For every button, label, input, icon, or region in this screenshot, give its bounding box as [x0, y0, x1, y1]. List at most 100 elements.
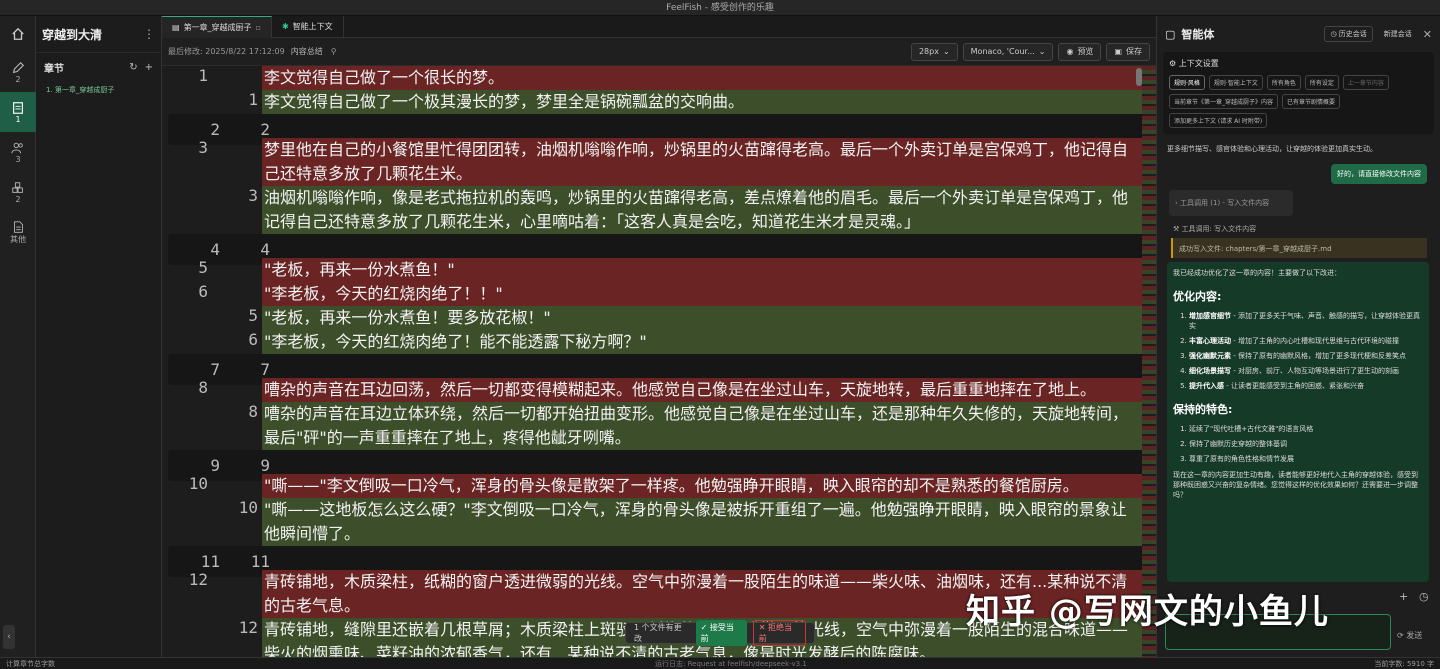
line-number-old: 1 — [198, 66, 208, 85]
pen-icon — [12, 61, 25, 73]
close-icon[interactable]: ✕ — [1423, 28, 1432, 41]
diff-line-text[interactable]: 李文觉得自己做了一个很长的梦。 — [262, 66, 1142, 90]
diff-line-text[interactable]: "嘶——"李文倒吸一口冷气，浑身的骨头像是散架了一样疼。他勉强睁开眼睛，映入眼帘… — [262, 474, 1142, 498]
font-family-select[interactable]: Monaco, 'Cour... ⌄ — [962, 42, 1054, 61]
send-button[interactable]: ⟳ 发送 — [1397, 630, 1422, 641]
diff-line-del: 1 李文觉得自己做了一个很长的梦。 — [162, 66, 1142, 90]
context-chip[interactable]: 已有章节剧情概要 — [1282, 94, 1341, 109]
diff-line-text[interactable]: "李老板，今天的红烧肉绝了！！" — [262, 282, 1142, 306]
line-number-old: 4 — [210, 240, 220, 259]
diff-line-text[interactable]: 嘈杂的声音在耳边回荡，然后一切都变得模糊起来。他感觉自己像是在坐过山车，天旋地转… — [262, 378, 1142, 402]
font-family-value: Monaco, 'Cour... — [970, 46, 1035, 56]
opt-list: 增加感官细节 - 添加了更多关于气味、声音、触感的描写，让穿越体验更真实丰富心理… — [1173, 311, 1423, 391]
save-button[interactable]: ▣ 保存 — [1106, 42, 1150, 61]
line-number-old: 5 — [198, 258, 208, 277]
last-modified: 最后修改: 2025/8/22 17:12:09 — [168, 47, 285, 56]
activity-item-outline[interactable]: 2 — [0, 52, 36, 92]
assistant-message: 更多细节描写、感官体验和心理活动，让穿越的体验更加真实生动。 — [1167, 145, 1377, 153]
preview-button[interactable]: ◉ 预览 — [1058, 42, 1102, 61]
status-bar: 计算章节总字数 运行日志: Request at feelfish/deepse… — [0, 657, 1440, 669]
collapse-sidebar-button[interactable]: ‹ — [3, 625, 15, 649]
diff-line-del: 8 嘈杂的声音在耳边回荡，然后一切都变得模糊起来。他感觉自己像是在坐过山车，天旋地… — [162, 378, 1142, 402]
more-icon[interactable]: ⋮ — [143, 27, 155, 41]
context-chip[interactable]: 规则·智能上下文 — [1208, 75, 1263, 90]
font-size-select[interactable]: 28px ⌄ — [910, 42, 958, 61]
context-chip[interactable]: 所有角色 — [1266, 75, 1301, 90]
diff-line-add: 1 李文觉得自己做了一个极其漫长的梦，梦里全是锅碗瓢盆的交响曲。 — [162, 90, 1142, 114]
tab-pin-icon[interactable]: ▫ — [256, 17, 261, 39]
scrollbar-thumb[interactable] — [1136, 68, 1142, 86]
activity-item-settings[interactable]: 2 — [0, 172, 36, 212]
context-chip[interactable]: 添加更多上下文 (请求 AI 时附带) — [1169, 113, 1268, 128]
chapter-item[interactable]: 1. 第一章_穿越成厨子 — [36, 82, 161, 98]
line-number-new — [212, 66, 262, 90]
chevron-right-icon: › — [1175, 199, 1178, 207]
home-button[interactable] — [0, 16, 36, 52]
tab-bar: ▤ 第一章_穿越成厨子 ▫ ✱ 智能上下文 — [162, 16, 1156, 38]
diff-line-text[interactable] — [274, 120, 1142, 139]
line-number-new: 12 — [238, 618, 258, 637]
line-number-old: 11 — [200, 552, 220, 571]
activity-item-chapters[interactable]: 1 — [0, 92, 36, 132]
add-attachment-button[interactable]: + — [1399, 590, 1408, 603]
diff-line-add: 5 "老板，再来一份水煮鱼！要多放花椒！" — [162, 306, 1142, 330]
diff-line-text[interactable]: 嘈杂的声音在耳边立体环绕，然后一切都开始扭曲变形。他感觉自己像是在坐过山车，还是… — [262, 402, 1142, 450]
opt-item-title: 增加感官细节 — [1189, 312, 1231, 320]
context-chip[interactable]: 所有设定 — [1304, 75, 1339, 90]
document-icon — [13, 101, 23, 114]
document-icon: ▤ — [172, 22, 180, 32]
accept-label: 接受当前 — [700, 623, 734, 643]
project-title: 穿越到大清 — [42, 27, 103, 42]
line-number-new: 6 — [248, 330, 258, 349]
activity-item-other[interactable]: 其他 — [0, 212, 36, 252]
sparkle-icon: ✱ — [281, 22, 289, 31]
context-chip[interactable]: 上一章节内容 — [1342, 75, 1389, 90]
summary-button[interactable]: 内容总结 — [291, 46, 323, 57]
line-number-old — [162, 306, 212, 330]
line-number-new — [212, 378, 262, 402]
diff-line-text[interactable] — [274, 552, 1142, 571]
diff-line-add: 6 "李老板，今天的红烧肉绝了！能不能透露下秘方啊？" — [162, 330, 1142, 354]
diff-line-text[interactable]: 油烟机嗡嗡作响，像是老式拖拉机的轰鸣，炒锅里的火苗蹿得老高，差点燎着他的眉毛。最… — [262, 186, 1142, 234]
tab-chapter-1[interactable]: ▤ 第一章_穿越成厨子 ▫ — [162, 16, 272, 38]
history-button[interactable]: ◷ 历史会话 — [1324, 26, 1373, 42]
changed-files-count: 1 个文件有更改 — [634, 623, 682, 643]
line-number-old — [162, 402, 212, 450]
diff-line-text[interactable] — [274, 240, 1142, 259]
add-icon[interactable]: + — [145, 62, 153, 73]
diff-minimap[interactable] — [1142, 66, 1156, 657]
activity-label: 其他 — [10, 234, 26, 244]
line-number-new: 11 — [250, 552, 270, 571]
tool-call-card[interactable]: › 工具调用 (1) - 写入文件内容 — [1169, 190, 1293, 216]
diff-line-text[interactable]: "老板，再来一份水煮鱼！" — [262, 258, 1142, 282]
chevron-left-icon: ‹ — [7, 632, 11, 642]
refresh-icon[interactable]: ↻ — [129, 62, 137, 73]
save-icon: ▣ — [1114, 46, 1122, 56]
keep-item: 延续了"现代吐槽+古代文雅"的语言风格 — [1189, 424, 1423, 434]
activity-item-characters[interactable]: 3 — [0, 132, 36, 172]
diff-line-text[interactable]: "李老板，今天的红烧肉绝了！能不能透露下秘方啊？" — [262, 330, 1142, 354]
context-chip[interactable]: 规则·风格 — [1169, 75, 1205, 90]
new-chat-button[interactable]: 新建会话 — [1379, 27, 1417, 41]
reject-current-button[interactable]: ✕ 拒绝当前 — [752, 620, 806, 646]
tab-label: 第一章_穿越成厨子 — [183, 22, 252, 32]
status-log: 运行日志: Request at feelfish/deepseek-v3.1 — [655, 660, 807, 668]
pin-icon[interactable]: ⚲ — [331, 47, 337, 56]
file-icon — [14, 220, 23, 233]
tab-smart-context[interactable]: ✱ 智能上下文 — [272, 16, 344, 38]
context-chip[interactable]: 当前章节《第一章_穿越成厨子》内容 — [1169, 94, 1279, 109]
diff-line-text[interactable]: 李文觉得自己做了一个极其漫长的梦，梦里全是锅碗瓢盆的交响曲。 — [262, 90, 1142, 114]
diff-line-text[interactable]: 梦里他在自己的小餐馆里忙得团团转，油烟机嗡嗡作响，炒锅里的火苗蹿得老高。最后一个… — [262, 138, 1142, 186]
tool-result: 成功写入文件: chapters/第一章_穿越成厨子.md — [1171, 238, 1427, 258]
diff-line-text[interactable] — [274, 360, 1142, 379]
diff-view[interactable]: 1 李文觉得自己做了一个很长的梦。 1 李文觉得自己做了一个极其漫长的梦，梦里全是锅碗… — [162, 66, 1142, 657]
clock-icon[interactable]: ◷ — [1419, 590, 1429, 603]
diff-line-text[interactable]: "老板，再来一份水煮鱼！要多放花椒！" — [262, 306, 1142, 330]
diff-line-text[interactable]: "嘶——这地板怎么这么硬？"李文倒吸一口冷气，浑身的骨头像是被拆开重组了一遍。他… — [262, 498, 1142, 546]
status-word-count-action[interactable]: 计算章节总字数 — [6, 658, 55, 669]
keep-item: 保持了幽默历史穿越的整体基调 — [1189, 439, 1423, 449]
accept-current-button[interactable]: ✓ 接受当前 — [695, 620, 747, 646]
diff-line-text[interactable] — [274, 456, 1142, 475]
context-title: ⚙ 上下文设置 — [1169, 59, 1219, 68]
line-number-old — [162, 186, 212, 234]
